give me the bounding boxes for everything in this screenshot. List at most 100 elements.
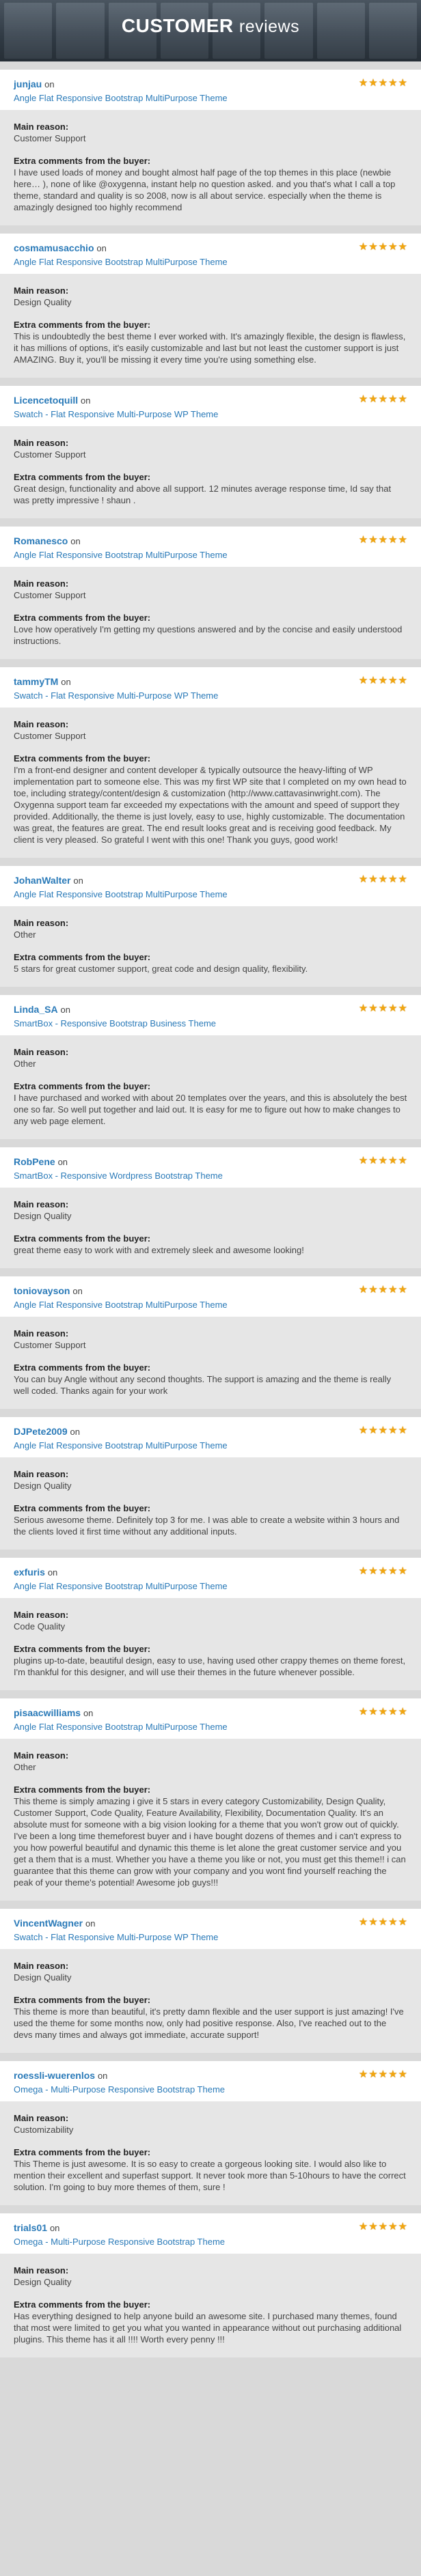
product-link[interactable]: SmartBox - Responsive Bootstrap Business…: [14, 1018, 216, 1030]
review-comment: Great design, functionality and above al…: [14, 484, 392, 505]
product-link[interactable]: Swatch - Flat Responsive Multi-Purpose W…: [14, 408, 218, 421]
star-rating: ★ ★ ★ ★ ★: [359, 1566, 407, 1576]
buyer-username-link[interactable]: junjau: [14, 79, 42, 89]
star-icon: ★: [378, 1284, 388, 1296]
star-icon: ★: [378, 1706, 388, 1718]
review-comment: Serious awesome theme. Definitely top 3 …: [14, 1515, 400, 1537]
product-link[interactable]: SmartBox - Responsive Wordpress Bootstra…: [14, 1170, 223, 1182]
product-link[interactable]: Angle Flat Responsive Bootstrap MultiPur…: [14, 549, 228, 561]
extra-comments-label: Extra comments from the buyer:: [14, 320, 151, 330]
reviews-header: CUSTOMER reviews: [0, 0, 421, 61]
star-icon: ★: [398, 393, 407, 405]
review-card: JohanWalter on Angle Flat Responsive Boot…: [0, 866, 421, 987]
review-comment: I have used loads of money and bought al…: [14, 167, 396, 212]
star-icon: ★: [358, 1284, 368, 1296]
star-icon: ★: [358, 1425, 368, 1436]
review-comment: Love how operatively I'm getting my ques…: [14, 624, 403, 646]
product-link[interactable]: Swatch - Flat Responsive Multi-Purpose W…: [14, 1931, 218, 1944]
star-icon: ★: [358, 675, 368, 686]
star-icon: ★: [398, 534, 407, 546]
star-icon: ★: [388, 1565, 398, 1577]
main-reason-label: Main reason:: [14, 1750, 69, 1761]
product-link[interactable]: Swatch - Flat Responsive Multi-Purpose W…: [14, 690, 218, 702]
buyer-username-link[interactable]: Licencetoquill: [14, 395, 78, 406]
buyer-username-link[interactable]: tammyTM: [14, 676, 58, 687]
buyer-username-link[interactable]: Linda_SA: [14, 1004, 58, 1015]
buyer-username-link[interactable]: toniovayson: [14, 1285, 70, 1296]
buyer-username-link[interactable]: pisaacwilliams: [14, 1707, 81, 1718]
star-icon: ★: [388, 873, 398, 885]
review-header: cosmamusacchio on Angle Flat Responsive B…: [0, 234, 421, 274]
buyer-username-link[interactable]: cosmamusacchio: [14, 242, 94, 253]
review-header: roessli-wuerenlos on Omega - Multi-Purpos…: [0, 2061, 421, 2101]
star-rating: ★ ★ ★ ★ ★: [359, 394, 407, 404]
extra-comments-label: Extra comments from the buyer:: [14, 1995, 151, 2005]
star-icon: ★: [398, 675, 407, 686]
product-link[interactable]: Angle Flat Responsive Bootstrap MultiPur…: [14, 1721, 228, 1733]
buyer-username-link[interactable]: exfuris: [14, 1567, 45, 1578]
review-byline: Romanesco on: [14, 535, 407, 548]
main-reason-value: Customer Support: [14, 449, 86, 460]
main-reason-value: Design Quality: [14, 1972, 72, 1983]
review-byline: DJPete2009 on: [14, 1425, 407, 1438]
extra-comments-label: Extra comments from the buyer:: [14, 613, 151, 623]
product-link[interactable]: Angle Flat Responsive Bootstrap MultiPur…: [14, 256, 228, 268]
extra-comments-label: Extra comments from the buyer:: [14, 1233, 151, 1244]
main-reason-label: Main reason:: [14, 122, 69, 132]
review-comment: plugins up-to-date, beautiful design, ea…: [14, 1655, 406, 1677]
buyer-username-link[interactable]: RobPene: [14, 1156, 55, 1167]
buyer-username-link[interactable]: JohanWalter: [14, 875, 71, 886]
star-icon: ★: [388, 1003, 398, 1014]
page-title: CUSTOMER reviews: [0, 15, 421, 37]
review-body: Main reason: Customer Support Extra commen…: [0, 567, 421, 659]
buyer-username-link[interactable]: roessli-wuerenlos: [14, 2070, 95, 2081]
star-icon: ★: [378, 77, 388, 89]
review-card: trials01 on Omega - Multi-Purpose Respons…: [0, 2213, 421, 2357]
review-body: Main reason: Customer Support Extra commen…: [0, 110, 421, 225]
star-icon: ★: [398, 1916, 407, 1928]
product-link[interactable]: Angle Flat Responsive Bootstrap MultiPur…: [14, 888, 228, 901]
product-link[interactable]: Angle Flat Responsive Bootstrap MultiPur…: [14, 1580, 228, 1593]
review-card: cosmamusacchio on Angle Flat Responsive B…: [0, 234, 421, 378]
main-reason-label: Main reason:: [14, 285, 69, 296]
review-byline: VincentWagner on: [14, 1917, 407, 1930]
buyer-username-link[interactable]: Romanesco: [14, 535, 68, 546]
review-body: Main reason: Other Extra comments from the…: [0, 1035, 421, 1139]
star-icon: ★: [378, 1003, 388, 1014]
star-icon: ★: [358, 77, 368, 89]
product-link[interactable]: Omega - Multi-Purpose Responsive Bootstr…: [14, 2084, 225, 2096]
main-reason-label: Main reason:: [14, 1047, 69, 1057]
star-icon: ★: [378, 534, 388, 546]
product-link[interactable]: Angle Flat Responsive Bootstrap MultiPur…: [14, 1440, 228, 1452]
review-body: Main reason: Other Extra comments from the…: [0, 1739, 421, 1901]
product-link[interactable]: Angle Flat Responsive Bootstrap MultiPur…: [14, 1299, 228, 1311]
star-icon: ★: [398, 1706, 407, 1718]
review-body: Main reason: Design Quality Extra comments…: [0, 1949, 421, 2053]
main-reason-label: Main reason:: [14, 918, 69, 928]
review-header: exfuris on Angle Flat Responsive Bootstra…: [0, 1558, 421, 1598]
byline-on: on: [44, 79, 55, 89]
buyer-username-link[interactable]: DJPete2009: [14, 1426, 68, 1437]
review-card: DJPete2009 on Angle Flat Responsive Boots…: [0, 1417, 421, 1550]
review-byline: trials01 on: [14, 2222, 407, 2235]
star-icon: ★: [358, 393, 368, 405]
buyer-username-link[interactable]: VincentWagner: [14, 1918, 83, 1929]
review-card: Romanesco on Angle Flat Responsive Bootst…: [0, 527, 421, 659]
review-byline: RobPene on: [14, 1156, 407, 1168]
star-icon: ★: [378, 241, 388, 253]
review-byline: exfuris on: [14, 1566, 407, 1579]
star-icon: ★: [358, 1565, 368, 1577]
star-rating: ★ ★ ★ ★ ★: [359, 1003, 407, 1013]
review-byline: tammyTM on: [14, 675, 407, 688]
star-icon: ★: [358, 241, 368, 253]
review-byline: Linda_SA on: [14, 1003, 407, 1016]
review-comment: I'm a front-end designer and content dev…: [14, 765, 407, 845]
main-reason-value: Other: [14, 1762, 36, 1772]
buyer-username-link[interactable]: trials01: [14, 2222, 47, 2233]
star-icon: ★: [368, 1425, 378, 1436]
review-card: exfuris on Angle Flat Responsive Bootstra…: [0, 1558, 421, 1690]
product-link[interactable]: Omega - Multi-Purpose Responsive Bootstr…: [14, 2236, 225, 2248]
star-icon: ★: [368, 1003, 378, 1014]
product-link[interactable]: Angle Flat Responsive Bootstrap MultiPur…: [14, 92, 228, 104]
main-reason-label: Main reason:: [14, 1469, 69, 1479]
